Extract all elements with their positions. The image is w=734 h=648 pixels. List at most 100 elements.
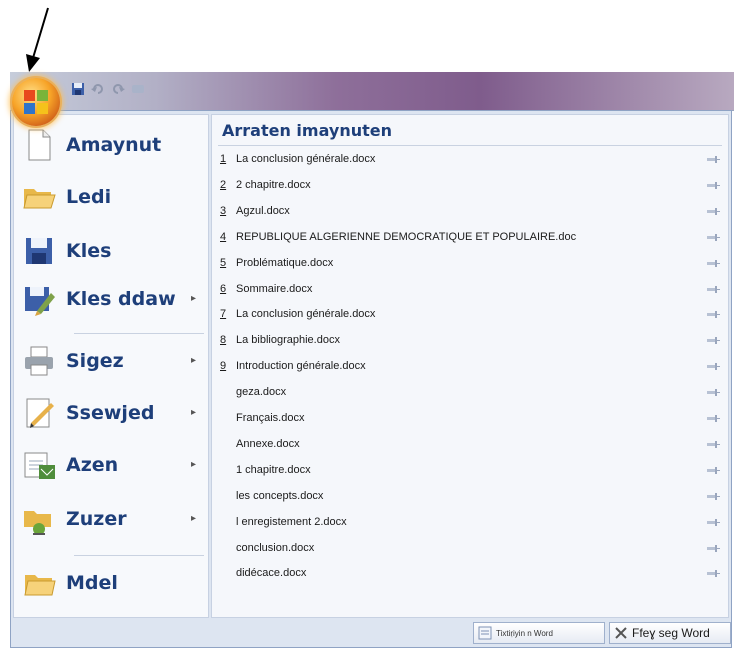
pin-icon[interactable] bbox=[706, 232, 720, 242]
recent-document-item[interactable]: les concepts.docx bbox=[220, 484, 720, 508]
recent-document-item[interactable]: 3 Agzul.docx bbox=[220, 199, 720, 223]
recent-document-name: les concepts.docx bbox=[236, 489, 324, 502]
submenu-arrow-icon: ▸ bbox=[190, 407, 196, 418]
command-kles-ddaw[interactable]: Kles ddaw ▸ bbox=[20, 279, 204, 319]
command-label: Kles ddaw bbox=[66, 288, 176, 310]
command-list: Amaynut Ledi Kles Kles ddaw ▸ Sigez ▸ Ssewjed ▸ A… bbox=[13, 114, 209, 618]
pin-icon[interactable] bbox=[706, 258, 720, 268]
save-icon bbox=[20, 232, 58, 270]
undo-icon[interactable] bbox=[90, 81, 106, 97]
command-label: Amaynut bbox=[66, 134, 162, 156]
command-sigez[interactable]: Sigez ▸ bbox=[20, 341, 204, 381]
command-label: Zuzer bbox=[66, 508, 127, 530]
command-label: Mdel bbox=[66, 572, 118, 594]
pin-icon[interactable] bbox=[706, 387, 720, 397]
recent-document-item[interactable]: 8 La bibliographie.docx bbox=[220, 328, 720, 352]
recent-document-item[interactable]: Annexe.docx bbox=[220, 432, 720, 456]
submenu-arrow-icon: ▸ bbox=[190, 355, 196, 366]
recent-document-name: Sommaire.docx bbox=[236, 282, 313, 295]
submenu-arrow-icon: ▸ bbox=[190, 293, 196, 304]
recent-document-name: Problématique.docx bbox=[236, 256, 334, 269]
recent-document-name: Introduction générale.docx bbox=[236, 360, 366, 373]
quick-access-toolbar bbox=[70, 78, 146, 100]
recent-document-number: 7 bbox=[220, 308, 227, 321]
office-logo bbox=[24, 90, 48, 114]
recent-document-item[interactable]: 5 Problématique.docx bbox=[220, 251, 720, 275]
recent-document-item[interactable]: 7 La conclusion générale.docx bbox=[220, 302, 720, 326]
pin-icon[interactable] bbox=[706, 439, 720, 449]
submenu-arrow-icon: ▸ bbox=[190, 459, 196, 470]
command-zuzer[interactable]: Zuzer ▸ bbox=[20, 499, 204, 539]
recent-document-number: 1 bbox=[220, 153, 227, 165]
close-icon bbox=[20, 564, 58, 602]
recent-document-item[interactable]: 4 REPUBLIQUE ALGERIENNE DEMOCRATIQUE ET P… bbox=[220, 225, 720, 249]
open-folder-icon bbox=[20, 178, 58, 216]
recent-document-number: 5 bbox=[220, 256, 227, 269]
pin-icon[interactable] bbox=[706, 180, 720, 190]
command-ledi[interactable]: Ledi bbox=[20, 177, 204, 217]
recent-document-item[interactable]: didécace.docx bbox=[220, 561, 720, 585]
pin-icon[interactable] bbox=[706, 491, 720, 501]
recent-document-item[interactable]: 6 Sommaire.docx bbox=[220, 277, 720, 301]
recent-document-name: La conclusion générale.docx bbox=[236, 153, 376, 165]
pin-icon[interactable] bbox=[706, 517, 720, 527]
recent-document-item[interactable]: Français.docx bbox=[220, 406, 720, 430]
new-document-icon bbox=[20, 126, 58, 164]
save-icon[interactable] bbox=[70, 81, 86, 97]
command-separator bbox=[74, 333, 204, 334]
recent-document-item[interactable]: 2 2 chapitre.docx bbox=[220, 173, 720, 197]
pin-icon[interactable] bbox=[706, 335, 720, 345]
recent-document-number: 8 bbox=[220, 334, 227, 347]
print-icon bbox=[20, 342, 58, 380]
pin-icon[interactable] bbox=[706, 154, 720, 164]
recent-document-number: 3 bbox=[220, 204, 227, 217]
submenu-arrow-icon: ▸ bbox=[190, 513, 196, 524]
recent-document-name: geza.docx bbox=[236, 386, 287, 399]
recent-document-number: 4 bbox=[220, 230, 227, 243]
save-as-icon bbox=[20, 280, 58, 318]
pin-icon[interactable] bbox=[706, 568, 720, 578]
close-x-icon bbox=[615, 627, 627, 639]
exit-word-button[interactable]: Ffeɣ seg Word bbox=[609, 622, 731, 644]
recent-divider bbox=[218, 145, 722, 146]
recent-document-number: 2 bbox=[220, 178, 227, 191]
word-options-label: Tixtiṛiyin n Word bbox=[496, 628, 553, 638]
recent-document-name: Agzul.docx bbox=[236, 204, 290, 217]
command-ssewjed[interactable]: Ssewjed ▸ bbox=[20, 393, 204, 433]
redo-icon[interactable] bbox=[110, 81, 126, 97]
recent-document-item[interactable]: 1 chapitre.docx bbox=[220, 458, 720, 482]
recent-document-name: La conclusion générale.docx bbox=[236, 308, 376, 321]
pin-icon[interactable] bbox=[706, 309, 720, 319]
customize-icon[interactable] bbox=[130, 81, 146, 97]
recent-document-name: didécace.docx bbox=[236, 567, 307, 580]
recent-document-name: Français.docx bbox=[236, 412, 305, 424]
command-kles[interactable]: Kles bbox=[20, 231, 204, 271]
recent-document-item[interactable]: conclusion.docx bbox=[220, 536, 720, 560]
pin-icon[interactable] bbox=[706, 284, 720, 294]
recent-document-item[interactable]: 9 Introduction générale.docx bbox=[220, 354, 720, 378]
pin-icon[interactable] bbox=[706, 465, 720, 475]
recent-document-name: La bibliographie.docx bbox=[236, 334, 340, 347]
recent-document-item[interactable]: 1 La conclusion générale.docx bbox=[220, 147, 720, 171]
pin-icon[interactable] bbox=[706, 361, 720, 371]
office-button[interactable] bbox=[12, 78, 60, 126]
pin-icon[interactable] bbox=[706, 206, 720, 216]
send-icon bbox=[20, 446, 58, 484]
pin-icon[interactable] bbox=[706, 543, 720, 553]
command-amaynut[interactable]: Amaynut bbox=[20, 125, 204, 165]
recent-document-name: REPUBLIQUE ALGERIENNE DEMOCRATIQUE ET PO… bbox=[236, 230, 577, 243]
recent-document-name: 1 chapitre.docx bbox=[236, 463, 311, 476]
command-label: Ssewjed bbox=[66, 402, 155, 424]
recent-documents-title: Arraten imaynuten bbox=[222, 121, 392, 140]
office-menu: Amaynut Ledi Kles Kles ddaw ▸ Sigez ▸ Ssewjed ▸ A… bbox=[10, 110, 732, 648]
recent-document-name: Annexe.docx bbox=[236, 437, 300, 450]
command-label: Azen bbox=[66, 454, 119, 476]
publish-icon bbox=[20, 500, 58, 538]
word-options-button[interactable]: Tixtiṛiyin n Word bbox=[473, 622, 605, 644]
recent-document-item[interactable]: geza.docx bbox=[220, 380, 720, 404]
recent-document-item[interactable]: l enregistement 2.docx bbox=[220, 510, 720, 534]
command-mdel[interactable]: Mdel bbox=[20, 563, 204, 603]
recent-document-name: 2 chapitre.docx bbox=[236, 178, 311, 191]
command-azen[interactable]: Azen ▸ bbox=[20, 445, 204, 485]
pin-icon[interactable] bbox=[706, 413, 720, 423]
